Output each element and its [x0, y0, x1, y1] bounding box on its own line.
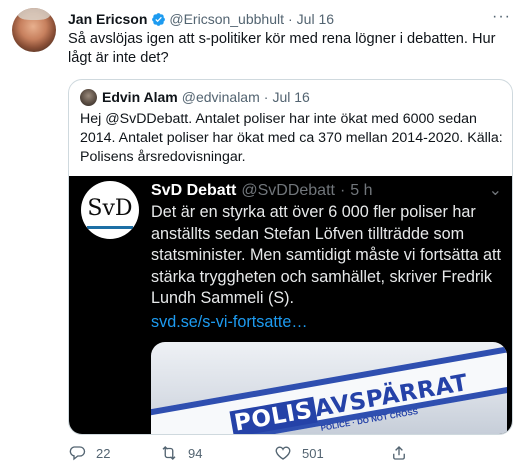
verified-badge-icon [152, 12, 166, 26]
police-tape: POLISAVSPÄRRAT POLICE · DO NOT CROSS [151, 342, 507, 434]
screenshot-author-name: SvD Debatt [151, 182, 237, 199]
quoted-text: Hej @SvDDebatt. Antalet poliser har inte… [80, 111, 503, 165]
tweet-header: Jan Ericson @Ericson_ubbhult · Jul 16 [68, 10, 334, 28]
retweet-count: 94 [188, 445, 203, 461]
like-count: 501 [302, 445, 324, 461]
quoted-tweet[interactable]: Edvin Alam @edvinalam · Jul 16 Hej @SvDD… [68, 79, 513, 435]
screenshot-text: Det är en styrka att över 6 000 fler pol… [151, 203, 501, 307]
like-button[interactable]: 501 [274, 443, 390, 463]
author-name[interactable]: Jan Ericson [68, 11, 147, 27]
screenshot-link: svd.se/s-vi-fortsatte… [151, 313, 308, 331]
tape-bold-text: POLIS [229, 396, 318, 434]
like-icon [275, 446, 291, 460]
separator-dot: · [288, 11, 293, 27]
avatar[interactable] [12, 8, 56, 52]
retweet-icon [162, 446, 176, 460]
more-options-icon[interactable]: ··· [492, 8, 511, 26]
screenshot-header: SvD Debatt @SvDDebatt · 5 h [151, 182, 373, 200]
quoted-separator-dot: · [263, 89, 269, 105]
author-handle[interactable]: @Ericson_ubbhult [169, 11, 284, 27]
reply-icon [69, 446, 86, 461]
svd-logo: SvD [81, 181, 139, 239]
share-button[interactable] [390, 443, 418, 463]
quoted-author-handle: @edvinalam [181, 89, 260, 105]
svd-logo-text: SvD [87, 196, 133, 221]
screenshot-time: 5 h [350, 182, 373, 199]
screenshot-separator: · [339, 182, 346, 199]
tweet-text: Så avslöjas igen att s-politiker kör med… [68, 31, 496, 66]
quoted-header: Edvin Alam @edvinalam · Jul 16 [80, 88, 310, 106]
chevron-down-icon: ⌄ [488, 182, 502, 199]
police-tape-photo: POLISAVSPÄRRAT POLICE · DO NOT CROSS [151, 342, 507, 434]
screenshot-author-handle: @SvDDebatt [241, 182, 335, 199]
quoted-media-image[interactable]: SvD SvD Debatt @SvDDebatt · 5 h ⌄ Det är… [69, 176, 512, 434]
action-bar: 22 94 501 [68, 443, 513, 463]
tweet-date[interactable]: Jul 16 [297, 11, 334, 27]
quoted-date: Jul 16 [272, 89, 310, 105]
quoted-author-name: Edvin Alam [102, 89, 178, 105]
quoted-avatar [80, 88, 97, 106]
share-icon [393, 446, 405, 460]
tweet[interactable]: Jan Ericson @Ericson_ubbhult · Jul 16 ··… [0, 0, 525, 471]
reply-button[interactable]: 22 [68, 443, 160, 463]
retweet-button[interactable]: 94 [160, 443, 274, 463]
svd-logo-bar [87, 226, 133, 229]
reply-count: 22 [96, 445, 111, 461]
